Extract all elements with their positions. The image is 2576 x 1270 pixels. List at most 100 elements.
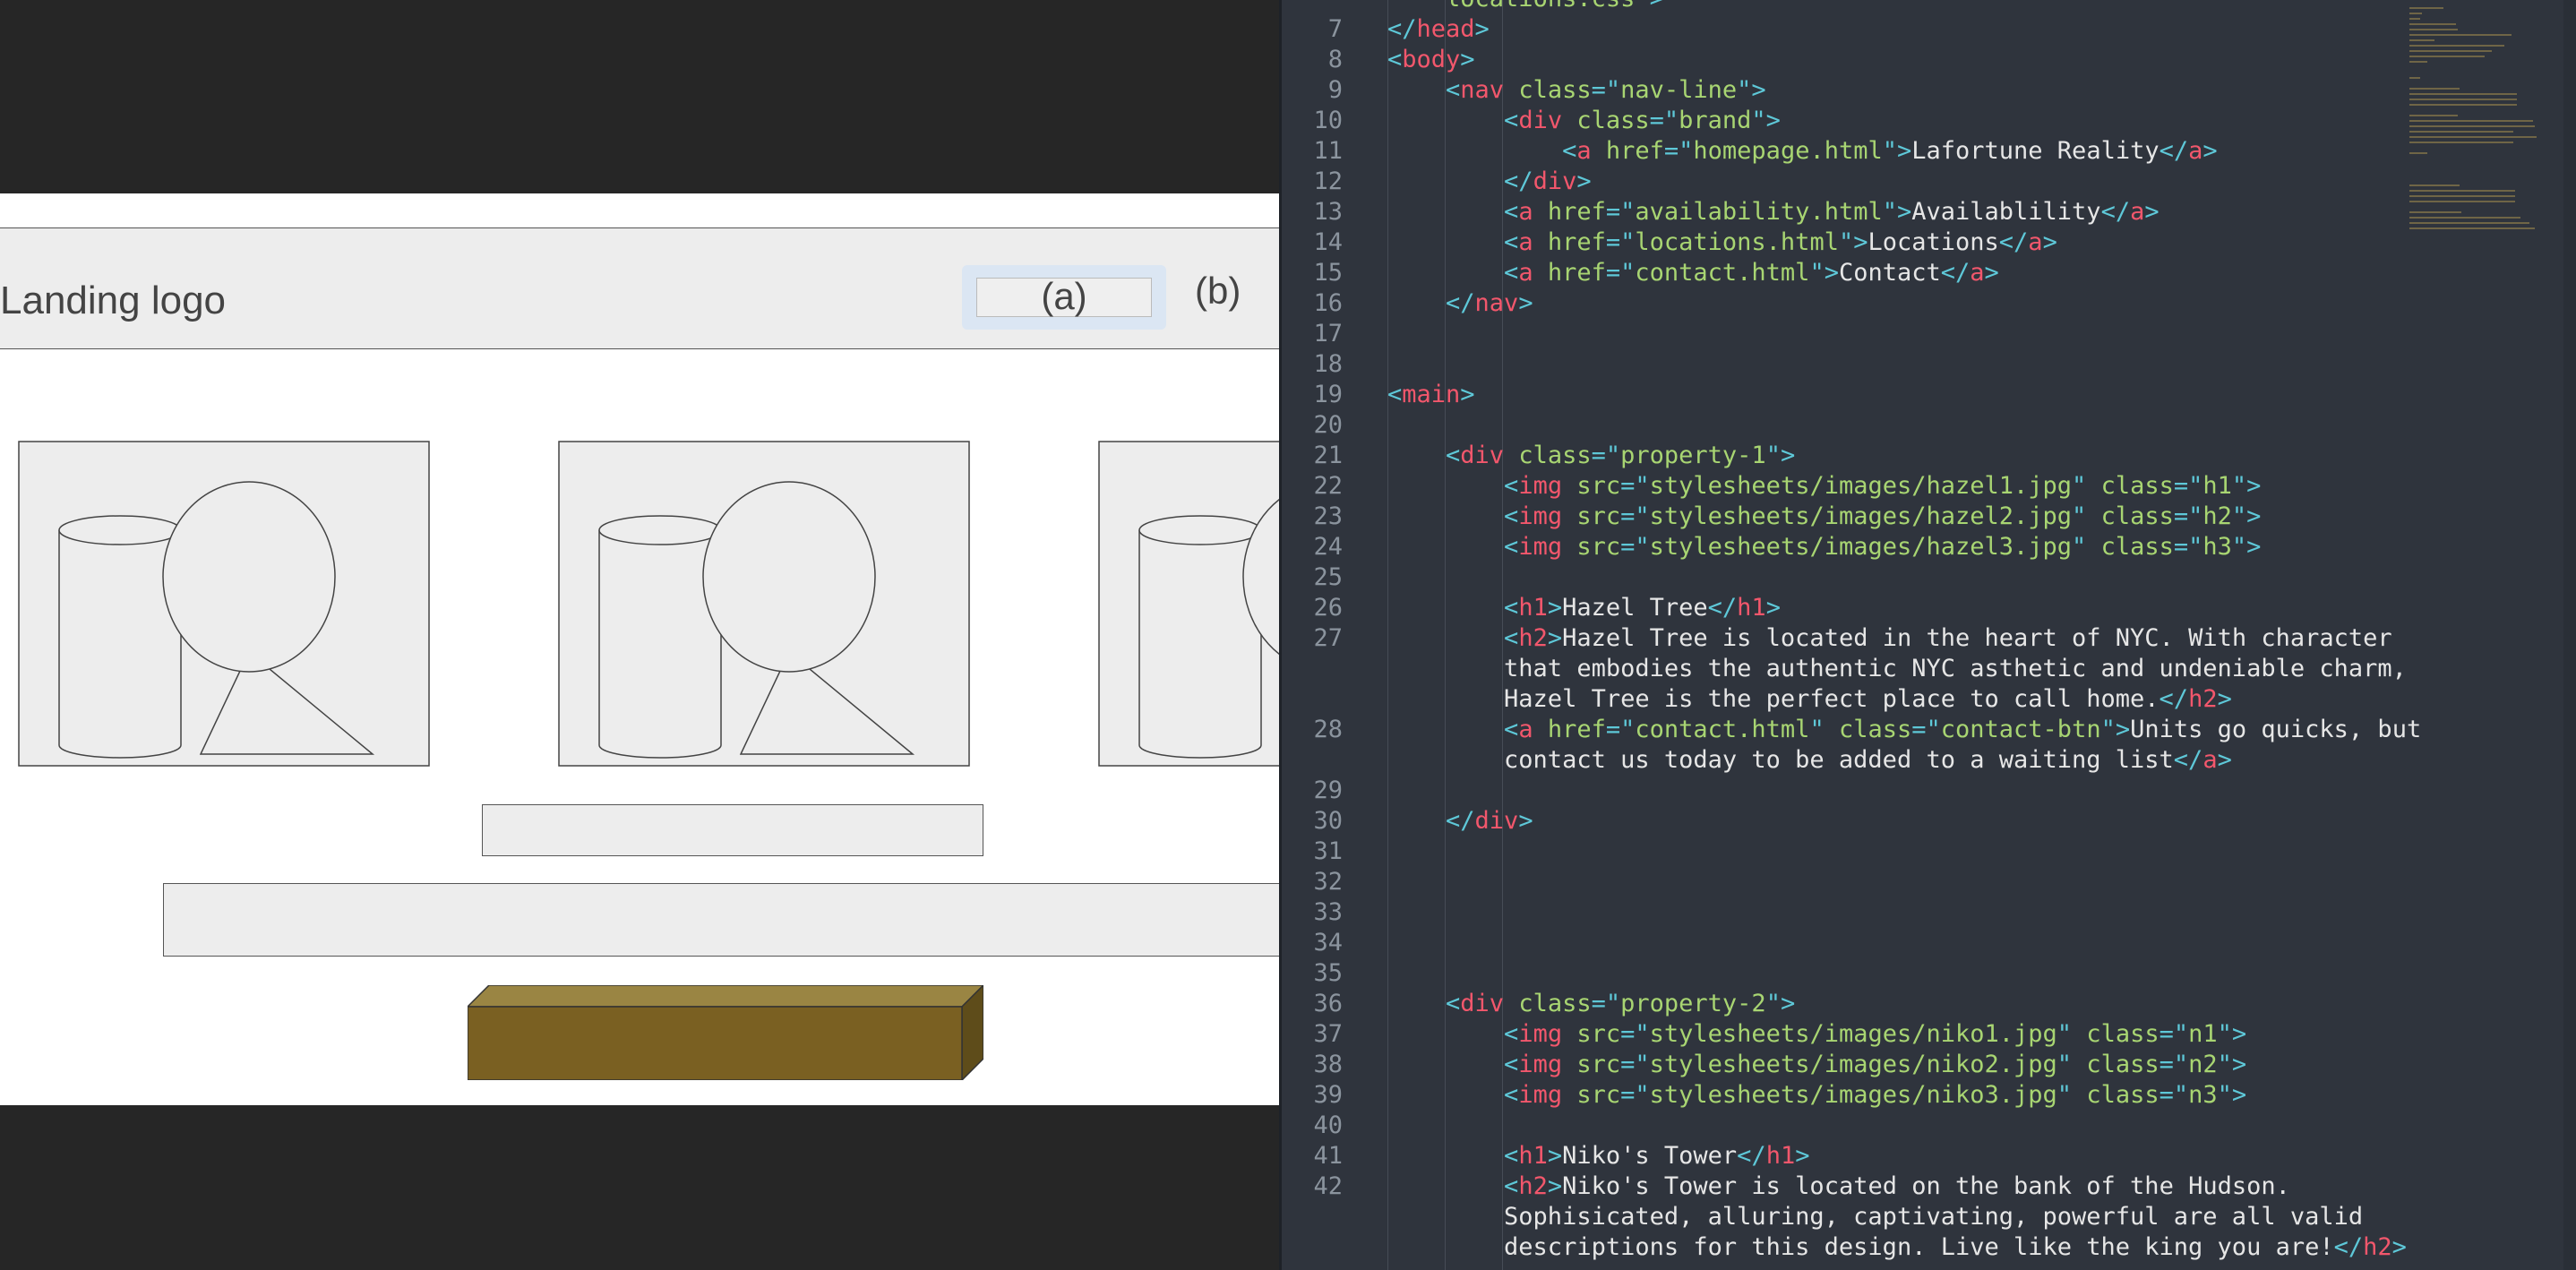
line-number: 15 [1313,259,1343,287]
line-number: 17 [1313,320,1343,348]
code-text[interactable]: <img src="stylesheets/images/niko2.jpg" … [1387,1050,2246,1080]
minimap-line [2409,99,2517,100]
line-number: 25 [1313,563,1343,591]
code-text[interactable]: </div> [1387,806,1533,837]
minimap-line [2409,201,2515,202]
minimap-line [2409,142,2513,143]
code-text[interactable]: </head> [1387,14,1490,45]
minimap-line [2409,50,2492,52]
code-text[interactable]: <a href="locations.html">Locations</a> [1387,227,2057,258]
code-text[interactable]: <img src="stylesheets/images/hazel3.jpg"… [1387,532,2261,562]
line-number: 40 [1313,1111,1343,1139]
line-number: 30 [1313,807,1343,835]
line-number: 19 [1313,381,1343,408]
code-text[interactable]: <a href="contact.html">Contact</a> [1387,258,1999,288]
minimap-line [2409,88,2460,90]
code-text[interactable]: </div> [1387,167,1592,197]
code-text[interactable]: <img src="stylesheets/images/hazel2.jpg"… [1387,502,2261,532]
line-number: 39 [1313,1081,1343,1109]
minimap-line [2409,18,2420,20]
line-number: 16 [1313,289,1343,317]
code-text[interactable]: <h2>Hazel Tree is located in the heart o… [1387,623,2392,654]
code-text[interactable]: Sophisicated, alluring, captivating, pow… [1387,1202,2363,1232]
code-text[interactable]: <h1>Hazel Tree</h1> [1387,593,1781,623]
line-number: 28 [1313,716,1343,743]
minimap-line [2409,34,2512,36]
code-text[interactable]: <div class="brand"> [1387,106,1781,136]
line-number: 11 [1313,137,1343,165]
line-number: 20 [1313,411,1343,439]
minimap-line [2409,56,2485,57]
cta-button-block[interactable] [466,983,985,1082]
nav-button-b[interactable]: (b) [1195,272,1241,310]
minimap-line [2409,227,2535,229]
minimap-line [2409,104,2517,106]
code-text[interactable]: <nav class="nav-line"> [1387,75,1766,106]
minimap-line [2409,29,2458,30]
code-editor-pane[interactable]: locations.css"> 7 </head> 8 <body> 9 <nav cla… [1279,0,2576,1270]
minimap-line [2409,131,2513,133]
line-number: 38 [1313,1051,1343,1078]
code-text[interactable]: contact us today to be added to a waitin… [1387,745,2232,776]
code-minimap[interactable] [2388,0,2576,287]
minimap-line [2409,125,2535,127]
minimap-line [2409,61,2427,63]
line-number: 9 [1327,76,1343,104]
code-text[interactable]: Hazel Tree is the perfect place to call … [1387,684,2232,715]
code-text[interactable]: <img src="stylesheets/images/niko3.jpg" … [1387,1080,2246,1111]
line-number: 12 [1313,167,1343,195]
minimap-line [2409,45,2504,47]
line-number: 36 [1313,990,1343,1017]
line-number: 8 [1327,46,1343,73]
code-text[interactable]: locations.css"> [1387,0,1664,14]
code-text[interactable]: <div class="property-2"> [1387,989,1795,1019]
minimap-line [2409,120,2533,122]
image-placeholder [18,441,430,767]
minimap-line [2409,222,2529,224]
minimap-line [2409,211,2461,213]
code-text[interactable]: <h2>Niko's Tower is located on the bank … [1387,1171,2290,1202]
image-placeholder [1098,441,1279,767]
code-text[interactable]: <a href="homepage.html">Lafortune Realit… [1387,136,2218,167]
code-text[interactable]: <a href="contact.html" class="contact-bt… [1387,715,2421,745]
minimap-line [2409,190,2515,192]
code-text[interactable]: <img src="stylesheets/images/hazel1.jpg"… [1387,471,2261,502]
code-text[interactable]: <a href="availability.html">Availablilit… [1387,197,2160,227]
code-text[interactable]: <img src="stylesheets/images/niko1.jpg" … [1387,1019,2246,1050]
code-text[interactable]: that embodies the authentic NYC asthetic… [1387,654,2407,684]
line-number: 35 [1313,959,1343,987]
line-number: 7 [1327,15,1343,43]
line-number: 41 [1313,1142,1343,1170]
code-text[interactable]: <main> [1387,380,1475,410]
minimap-line [2409,195,2515,197]
nav-button-a[interactable]: (a) [976,278,1152,317]
line-number: 26 [1313,594,1343,622]
code-text[interactable]: </nav> [1387,288,1533,319]
code-text[interactable]: <h1>Niko's Tower</h1> [1387,1141,1809,1171]
line-number: 24 [1313,533,1343,561]
line-number: 34 [1313,929,1343,957]
minimap-line [2409,217,2520,219]
landing-logo: Landing logo [0,279,227,322]
minimap-line [2409,7,2443,9]
line-number: 27 [1313,624,1343,652]
minimap-line [2409,115,2458,116]
line-number: 18 [1313,350,1343,378]
line-number: 37 [1313,1020,1343,1048]
line-number: 21 [1313,442,1343,469]
code-text[interactable]: <body> [1387,45,1475,75]
line-number: 22 [1313,472,1343,500]
line-number: 10 [1313,107,1343,134]
scrollbar-track[interactable] [2563,0,2576,1270]
code-text[interactable]: descriptions for this design. Live like … [1387,1232,2407,1263]
minimap-line [2409,136,2537,138]
wireframe-canvas: Landing logo (a) (b) [0,193,1279,1105]
minimap-line [2409,184,2460,186]
image-placeholder [558,441,970,767]
wireframe-preview-pane: Landing logo (a) (b) [0,0,1279,1270]
minimap-line [2409,152,2427,154]
code-text[interactable]: <div class="property-1"> [1387,441,1795,471]
minimap-line [2409,39,2434,41]
line-number: 33 [1313,898,1343,926]
line-number: 14 [1313,228,1343,256]
